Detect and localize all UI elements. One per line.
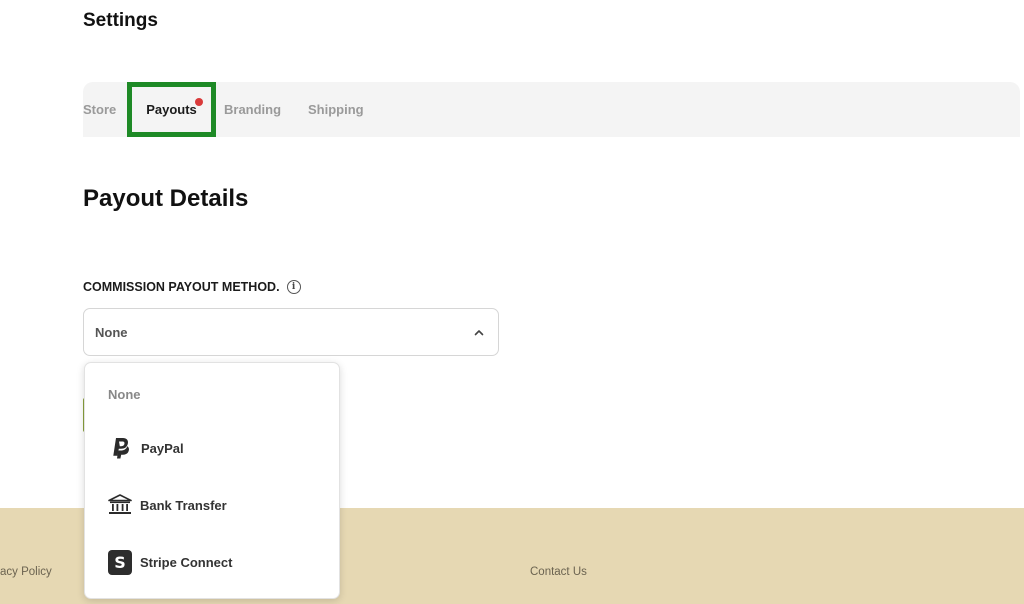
- stripe-icon: S: [108, 549, 132, 575]
- option-none[interactable]: None: [85, 374, 339, 414]
- commission-payout-label: COMMISSION PAYOUT METHOD. i: [83, 280, 301, 294]
- stripe-icon-glyph: S: [108, 549, 132, 575]
- bank-icon: [108, 492, 132, 518]
- section-title: Payout Details: [83, 185, 249, 212]
- payout-method-dropdown: None PayPal Bank Transfer S Stripe Conne…: [84, 362, 340, 599]
- payout-method-select[interactable]: None: [83, 308, 499, 356]
- tab-branding[interactable]: Branding: [224, 82, 281, 137]
- paypal-icon: [109, 435, 133, 461]
- payout-method-selected-value: None: [95, 325, 128, 340]
- option-stripe-connect[interactable]: S Stripe Connect: [85, 542, 339, 582]
- tab-store[interactable]: Store: [83, 82, 116, 137]
- notification-dot: [195, 98, 203, 106]
- tab-payouts-label: Payouts: [146, 102, 197, 117]
- tab-shipping[interactable]: Shipping: [308, 82, 364, 137]
- tab-payouts[interactable]: Payouts: [127, 82, 216, 137]
- info-icon[interactable]: i: [286, 280, 301, 294]
- chevron-up-icon: [474, 330, 484, 336]
- settings-tabs: Store Payouts Branding Shipping: [83, 82, 1020, 137]
- option-none-label: None: [108, 386, 141, 402]
- option-bank-transfer[interactable]: Bank Transfer: [85, 485, 339, 525]
- footer-contact-us-link[interactable]: Contact Us: [530, 566, 587, 578]
- option-paypal-label: PayPal: [141, 440, 184, 456]
- option-bank-transfer-label: Bank Transfer: [140, 497, 227, 513]
- option-stripe-connect-label: Stripe Connect: [140, 554, 233, 570]
- option-paypal[interactable]: PayPal: [85, 428, 339, 468]
- commission-payout-label-text: COMMISSION PAYOUT METHOD.: [83, 280, 280, 294]
- footer-privacy-policy-link[interactable]: acy Policy: [0, 566, 52, 578]
- page-title: Settings: [83, 10, 158, 31]
